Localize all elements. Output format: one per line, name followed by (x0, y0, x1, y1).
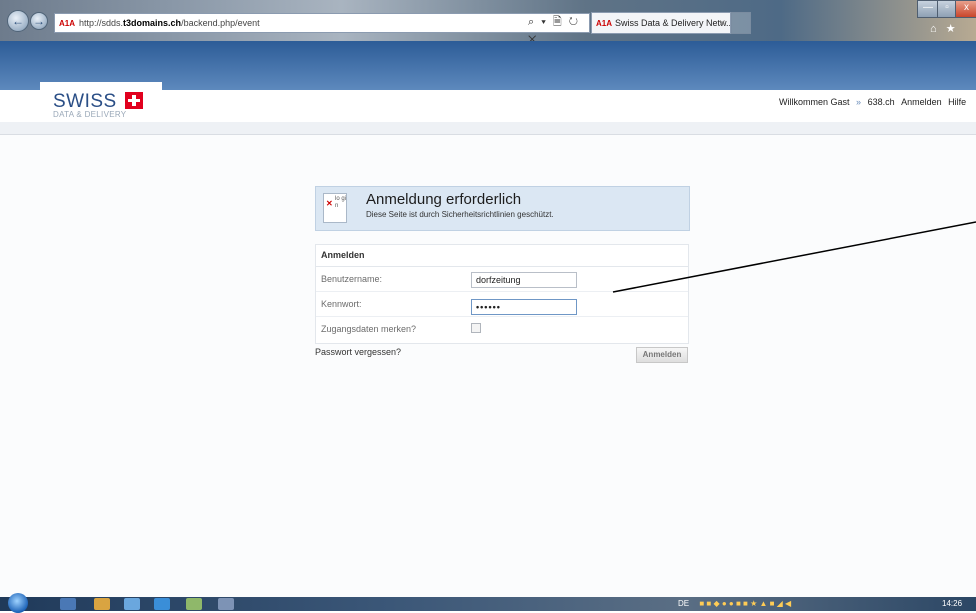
username-row: Benutzername: dorfzeitung (316, 267, 688, 292)
tab-close-icon[interactable]: ✕ (718, 13, 726, 33)
system-tray: DE ■ ■ ◆ ● ● ■ ■ ★ ▲ ■ ◢ ◀ (678, 597, 791, 611)
top-nav: Willkommen Gast » 638.ch Anmelden Hilfe (775, 90, 966, 114)
url-domain: t3domains.ch (123, 18, 182, 28)
password-row: Kennwort: •••••• (316, 292, 688, 317)
username-input[interactable]: dorfzeitung (471, 272, 577, 288)
start-button[interactable] (8, 593, 28, 613)
address-bar[interactable]: A1A http://sdds.t3domains.ch/backend.php/… (54, 13, 590, 33)
minimize-button[interactable]: — (917, 0, 939, 18)
nav-separator: » (856, 97, 862, 107)
remember-row: Zugangsdaten merken? (316, 317, 688, 341)
taskbar-app-icon[interactable] (186, 598, 202, 610)
password-label: Kennwort: (321, 299, 362, 309)
language-indicator[interactable]: DE (678, 599, 689, 608)
close-window-button[interactable]: x (955, 0, 976, 18)
swiss-cross-icon (125, 92, 143, 109)
logo-tagline: DATA & DELIVERY (53, 110, 127, 119)
submit-button[interactable]: Anmelden (636, 347, 688, 363)
notice-title: Anmeldung erforderlich (366, 191, 522, 208)
username-label: Benutzername: (321, 274, 383, 284)
site-link[interactable]: 638.ch (868, 97, 895, 107)
form-heading: Anmelden (316, 245, 688, 267)
broken-image-icon: ✕ lo gi n (323, 193, 347, 223)
broken-image-alt: lo gi n (335, 196, 347, 209)
clock[interactable]: 14:26 (942, 597, 962, 611)
back-button[interactable]: ← (7, 10, 29, 32)
new-tab-button[interactable] (731, 12, 751, 34)
site-logo[interactable]: SWISS DATA & DELIVERY (40, 82, 162, 122)
tab-title: Swiss Data & Delivery Netw... (615, 18, 731, 28)
help-link[interactable]: Hilfe (948, 97, 966, 107)
header-bottom-bar (0, 122, 976, 135)
home-favorites-icon[interactable]: ⌂ ★ (930, 22, 959, 35)
remember-checkbox[interactable] (471, 323, 481, 333)
taskbar-app-icon[interactable] (218, 598, 234, 610)
remember-label: Zugangsdaten merken? (321, 324, 417, 334)
forgot-password-link[interactable]: Passwort vergessen? (315, 347, 401, 357)
notice-subtitle: Diese Seite ist durch Sicherheitsrichtli… (366, 210, 554, 219)
favicon-icon: A1A (59, 19, 76, 28)
taskbar-app-icon[interactable] (94, 598, 110, 610)
url-prefix: http://sdds. (79, 18, 124, 28)
taskbar: DE ■ ■ ◆ ● ● ■ ■ ★ ▲ ■ ◢ ◀ 14:26 (0, 593, 976, 613)
forward-button[interactable]: → (30, 12, 48, 30)
password-input[interactable]: •••••• (471, 299, 577, 315)
taskbar-app-icon[interactable] (124, 598, 140, 610)
taskbar-app-icon[interactable] (60, 598, 76, 610)
login-required-notice: ✕ lo gi n Anmeldung erforderlich Diese S… (315, 186, 690, 231)
tab-favicon-icon: A1A (596, 19, 613, 28)
welcome-text: Willkommen Gast (779, 97, 850, 107)
login-form: Anmelden Benutzername: dorfzeitung Kennw… (315, 244, 689, 344)
taskbar-app-icon[interactable] (154, 598, 170, 610)
browser-chrome: ← → A1A http://sdds.t3domains.ch/backend.… (0, 0, 976, 46)
address-tools[interactable]: ⌕ ▾ 🗎 ↻ ✕ (528, 13, 588, 46)
tray-icons[interactable]: ■ ■ ◆ ● ● ■ ■ ★ ▲ ■ ◢ ◀ (699, 599, 791, 608)
browser-tab[interactable]: A1A Swiss Data & Delivery Netw... ✕ (591, 12, 731, 34)
maximize-button[interactable]: ▫ (937, 0, 957, 18)
login-link[interactable]: Anmelden (901, 97, 942, 107)
url-path: /backend.php/event (181, 18, 260, 28)
